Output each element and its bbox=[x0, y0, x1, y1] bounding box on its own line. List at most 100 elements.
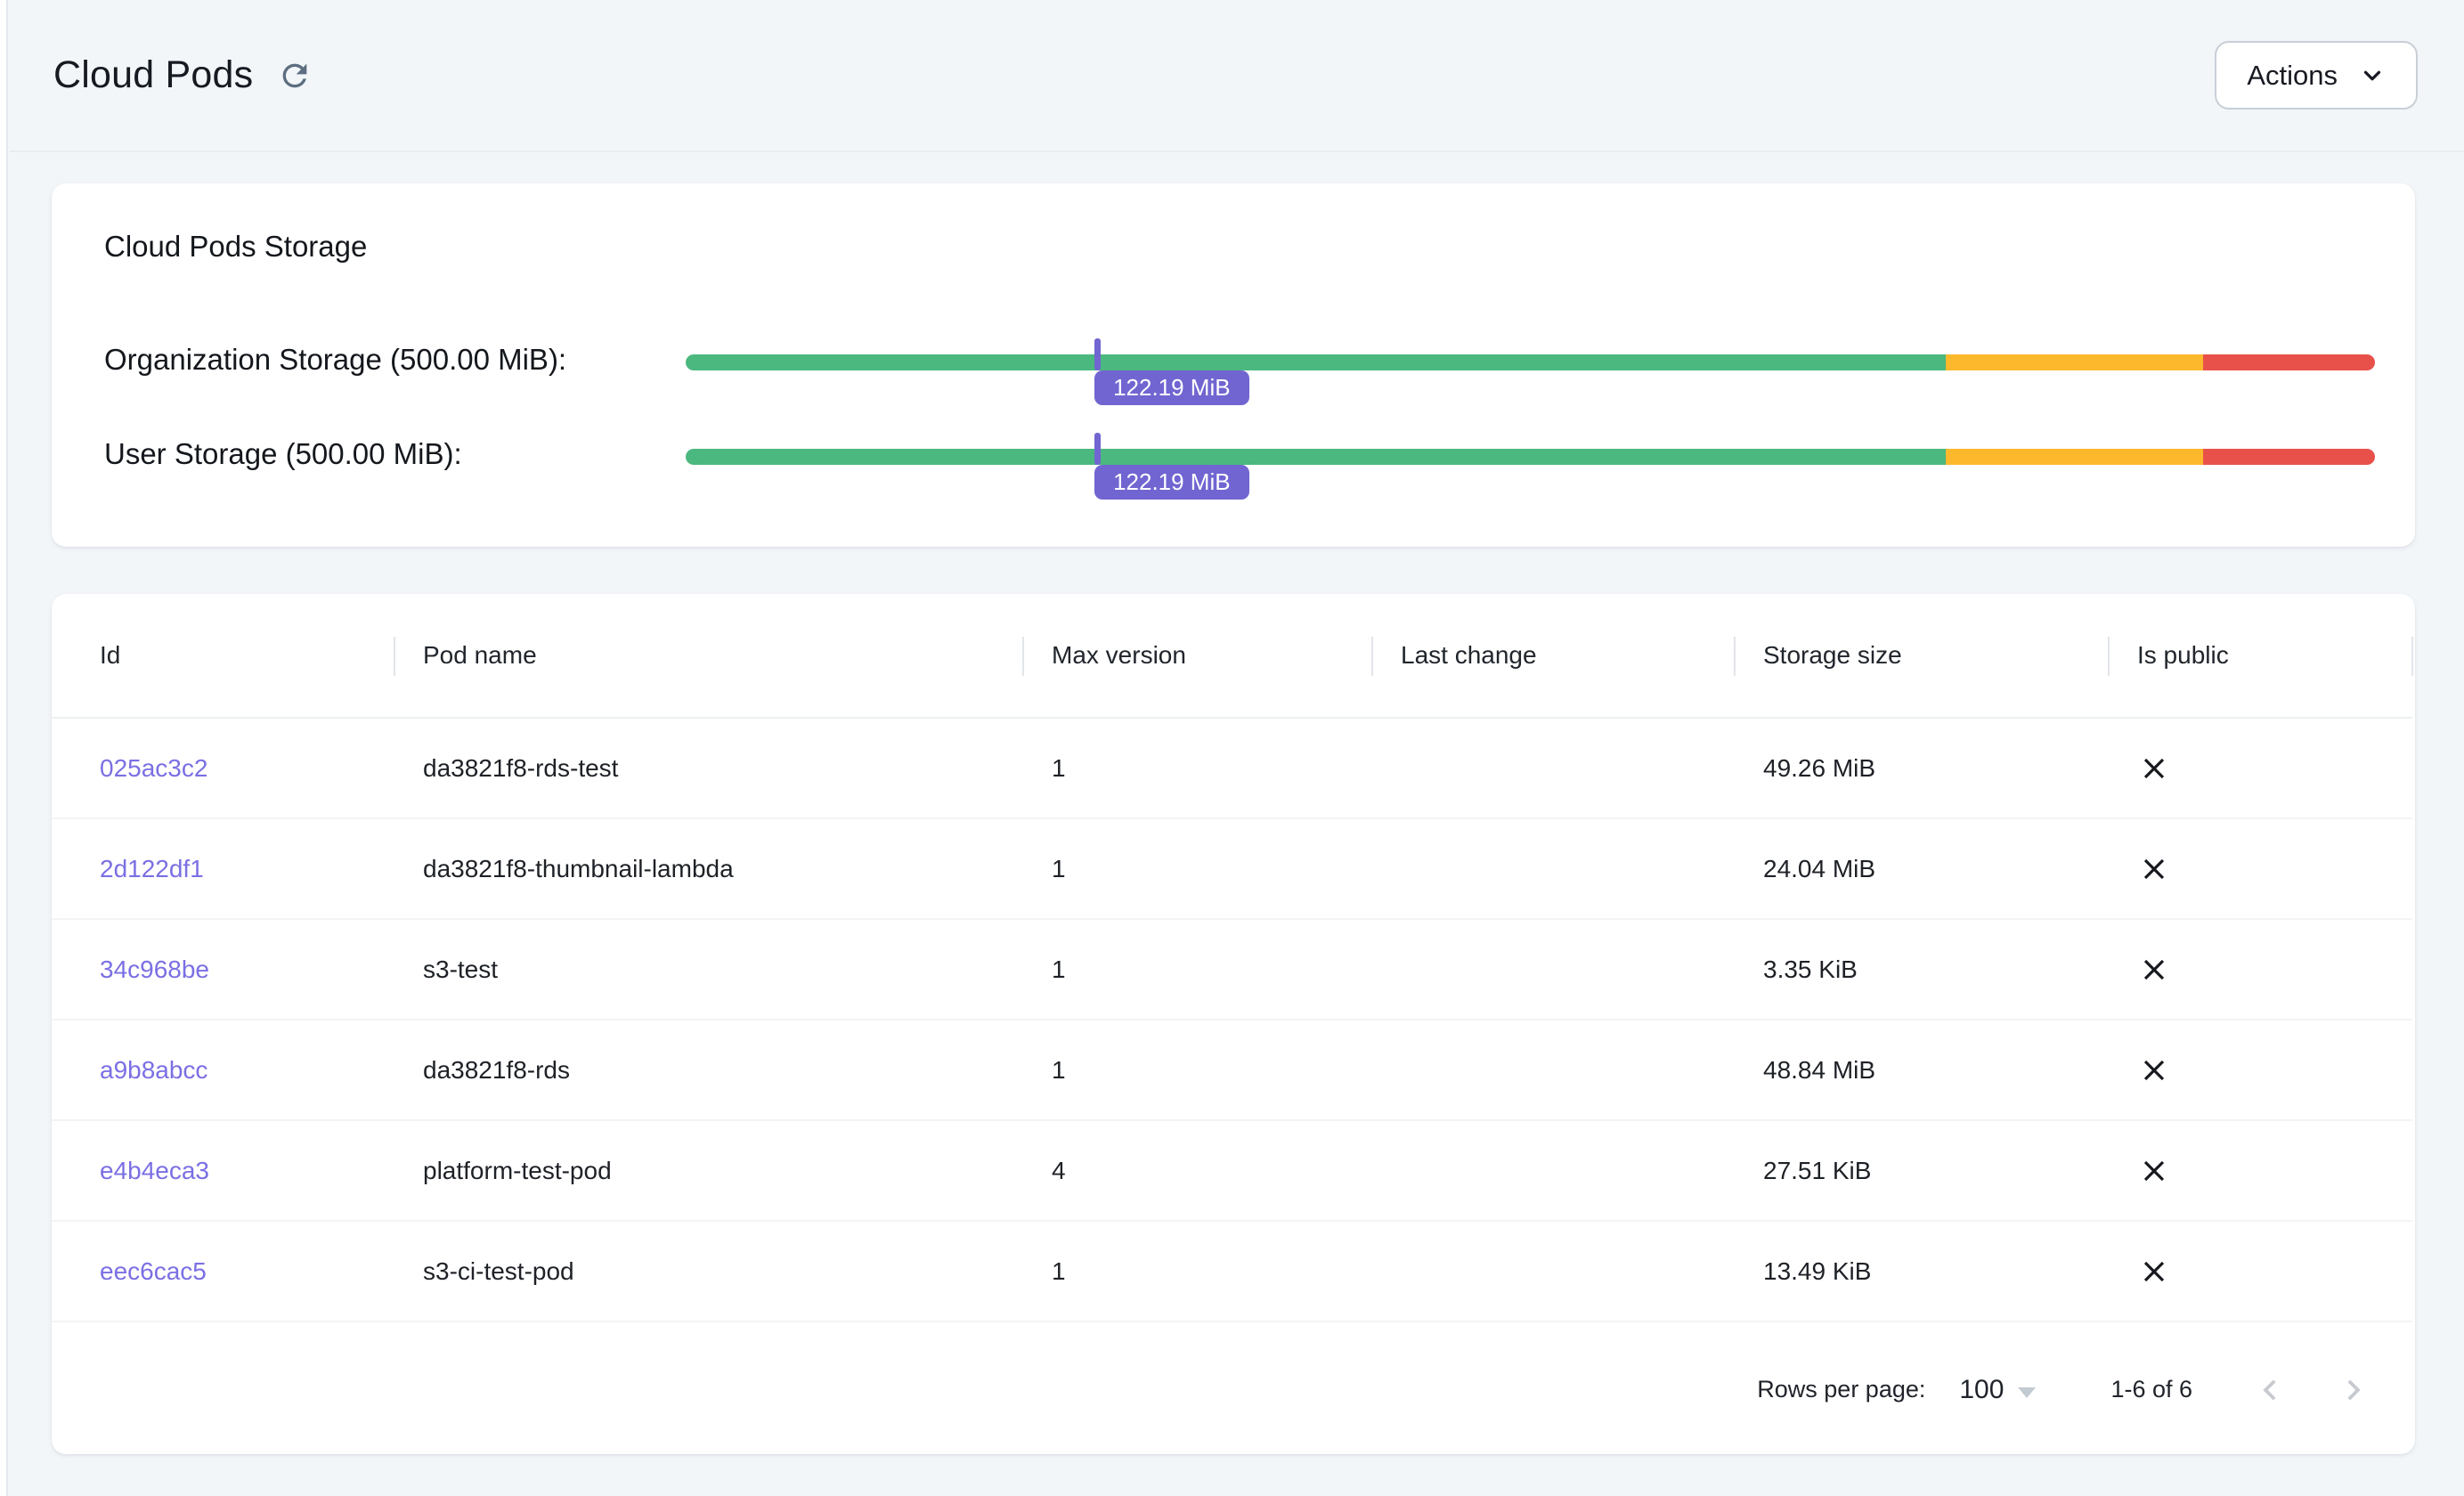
chevron-right-icon bbox=[2333, 1370, 2374, 1411]
pod-name-cell-container: s3-test bbox=[394, 919, 1023, 1020]
storage-size-cell: 13.49 KiB bbox=[1763, 1257, 1871, 1285]
max-version-cell: 1 bbox=[1052, 955, 1066, 983]
storage-size-cell: 3.35 KiB bbox=[1763, 955, 1858, 983]
column-header-label: Is public bbox=[2137, 641, 2229, 669]
pod-name-cell: platform-test-pod bbox=[423, 1157, 612, 1184]
table-header-row: Id Pod name Max version Last change Stor… bbox=[52, 594, 2412, 718]
not-public-close-icon bbox=[2137, 1255, 2171, 1289]
storage-card: Cloud Pods Storage Organization Storage … bbox=[52, 183, 2415, 547]
storage-size-cell: 27.51 KiB bbox=[1763, 1157, 1871, 1184]
is-public-cell-container bbox=[2109, 1020, 2412, 1120]
chevron-down-icon bbox=[2359, 62, 2386, 89]
column-header-label: Id bbox=[100, 641, 120, 669]
column-header-storage-size[interactable]: Storage size bbox=[1735, 594, 2109, 718]
storage-size-cell-container: 13.49 KiB bbox=[1735, 1221, 2109, 1321]
table-row: 34c968be s3-test 1 3.35 KiB bbox=[52, 919, 2412, 1020]
is-public-cell-container bbox=[2109, 1221, 2412, 1321]
pod-name-cell-container: platform-test-pod bbox=[394, 1120, 1023, 1221]
pod-name-cell: s3-test bbox=[423, 955, 498, 983]
is-public-cell-container bbox=[2109, 919, 2412, 1020]
organization-storage-label: Organization Storage (500.00 MiB): bbox=[104, 342, 566, 378]
pod-id-link[interactable]: 2d122df1 bbox=[100, 855, 204, 882]
organization-storage-bar: 122.19 MiB bbox=[686, 354, 2375, 370]
refresh-icon bbox=[277, 58, 313, 94]
storage-size-cell: 49.26 MiB bbox=[1763, 754, 1875, 782]
column-header-label: Pod name bbox=[423, 641, 537, 669]
pod-id-link[interactable]: e4b4eca3 bbox=[100, 1157, 209, 1184]
user-storage-label: User Storage (500.00 MiB): bbox=[104, 436, 462, 472]
column-header-id[interactable]: Id bbox=[52, 594, 394, 718]
max-version-cell: 1 bbox=[1052, 1056, 1066, 1084]
column-header-max-version[interactable]: Max version bbox=[1023, 594, 1372, 718]
is-public-cell-container bbox=[2109, 1120, 2412, 1221]
table-row: e4b4eca3 platform-test-pod 4 27.51 KiB bbox=[52, 1120, 2412, 1221]
storage-meter bbox=[686, 449, 2375, 465]
column-header-label: Max version bbox=[1052, 641, 1186, 669]
pod-id-link-container: a9b8abcc bbox=[52, 1020, 394, 1120]
pod-name-cell: s3-ci-test-pod bbox=[423, 1257, 574, 1285]
table-row: 025ac3c2 da3821f8-rds-test 1 49.26 MiB bbox=[52, 718, 2412, 818]
last-change-cell-container bbox=[1372, 818, 1735, 919]
yellow-usage-segment bbox=[1946, 354, 2202, 370]
pod-name-cell-container: da3821f8-rds-test bbox=[394, 718, 1023, 818]
table-row: eec6cac5 s3-ci-test-pod 1 13.49 KiB bbox=[52, 1221, 2412, 1321]
not-public-close-icon bbox=[2137, 852, 2171, 886]
red-usage-segment bbox=[2203, 354, 2375, 370]
pagination-range: 1-6 of 6 bbox=[2110, 1376, 2192, 1403]
sidebar-edge bbox=[0, 0, 8, 1496]
storage-card-title: Cloud Pods Storage bbox=[104, 230, 367, 264]
pod-id-link-container: eec6cac5 bbox=[52, 1221, 394, 1321]
rows-per-page-select[interactable]: 100 bbox=[1959, 1375, 2036, 1405]
max-version-cell: 4 bbox=[1052, 1157, 1066, 1184]
max-version-cell-container: 1 bbox=[1023, 818, 1372, 919]
pod-id-link[interactable]: a9b8abcc bbox=[100, 1056, 207, 1084]
is-public-cell-container bbox=[2109, 718, 2412, 818]
pod-name-cell-container: s3-ci-test-pod bbox=[394, 1221, 1023, 1321]
pod-id-link[interactable]: 025ac3c2 bbox=[100, 754, 207, 782]
max-version-cell: 1 bbox=[1052, 1257, 1066, 1285]
not-public-close-icon bbox=[2137, 953, 2171, 987]
max-version-cell-container: 1 bbox=[1023, 718, 1372, 818]
storage-marker-tick bbox=[1094, 338, 1101, 370]
column-header-last-change[interactable]: Last change bbox=[1372, 594, 1735, 718]
last-change-cell-container bbox=[1372, 1020, 1735, 1120]
pods-table: Id Pod name Max version Last change Stor… bbox=[52, 594, 2412, 1322]
max-version-cell: 1 bbox=[1052, 754, 1066, 782]
storage-size-cell-container: 49.26 MiB bbox=[1735, 718, 2109, 818]
pod-id-link[interactable]: eec6cac5 bbox=[100, 1257, 207, 1285]
pod-name-cell: da3821f8-rds-test bbox=[423, 754, 618, 782]
max-version-cell: 1 bbox=[1052, 855, 1066, 882]
storage-usage-badge: 122.19 MiB bbox=[1094, 465, 1249, 500]
is-public-cell-container bbox=[2109, 818, 2412, 919]
page-title: Cloud Pods bbox=[53, 53, 253, 97]
refresh-button[interactable] bbox=[276, 57, 313, 94]
actions-button[interactable]: Actions bbox=[2215, 41, 2418, 110]
green-usage-segment bbox=[686, 354, 1946, 370]
pod-name-cell-container: da3821f8-rds bbox=[394, 1020, 1023, 1120]
next-page-button[interactable] bbox=[2328, 1364, 2379, 1416]
last-change-cell-container bbox=[1372, 1120, 1735, 1221]
storage-size-cell-container: 24.04 MiB bbox=[1735, 818, 2109, 919]
actions-button-label: Actions bbox=[2247, 60, 2338, 92]
previous-page-button[interactable] bbox=[2244, 1364, 2296, 1416]
column-header-pod-name[interactable]: Pod name bbox=[394, 594, 1023, 718]
pod-name-cell: da3821f8-thumbnail-lambda bbox=[423, 855, 734, 882]
table-row: a9b8abccda3821f8-rds148.84 MiB bbox=[52, 1020, 2412, 1120]
title-group: Cloud Pods bbox=[53, 53, 313, 97]
max-version-cell-container: 4 bbox=[1023, 1120, 1372, 1221]
last-change-cell-container bbox=[1372, 1221, 1735, 1321]
rows-per-page-label: Rows per page: bbox=[1757, 1376, 1925, 1403]
pod-name-cell: da3821f8-rds bbox=[423, 1056, 570, 1084]
pod-id-link-container: 34c968be bbox=[52, 919, 394, 1020]
page-header: Cloud Pods Actions bbox=[10, 0, 2464, 152]
storage-size-cell: 24.04 MiB bbox=[1763, 855, 1875, 882]
column-header-is-public[interactable]: Is public bbox=[2109, 594, 2412, 718]
pod-id-link[interactable]: 34c968be bbox=[100, 955, 209, 983]
pod-id-link-container: 2d122df1 bbox=[52, 818, 394, 919]
not-public-close-icon bbox=[2137, 752, 2171, 785]
pod-id-link-container: 025ac3c2 bbox=[52, 718, 394, 818]
pod-name-cell-container: da3821f8-thumbnail-lambda bbox=[394, 818, 1023, 919]
storage-size-cell-container: 27.51 KiB bbox=[1735, 1120, 2109, 1221]
storage-marker-tick bbox=[1094, 433, 1101, 465]
max-version-cell-container: 1 bbox=[1023, 1020, 1372, 1120]
